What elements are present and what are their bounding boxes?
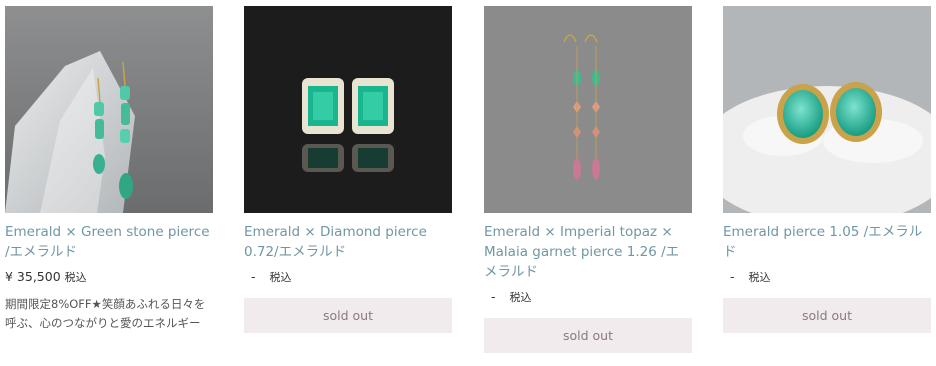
sold-out-button[interactable]: sold out	[723, 298, 931, 333]
product-price: - 税込	[484, 289, 692, 305]
price-value: -	[730, 269, 735, 284]
price-value: -	[491, 289, 496, 304]
sold-out-button[interactable]: sold out	[484, 318, 692, 353]
diamond-emerald-earrings-image[interactable]	[244, 6, 452, 213]
product-card: Emerald pierce 1.05 /エメラルド - 税込 sold out	[723, 6, 931, 333]
price-value: ¥ 35,500	[5, 269, 61, 284]
product-grid: Emerald × Green stone pierce /エメラルド ¥ 35…	[0, 0, 936, 366]
product-description: 期間限定8%OFF★笑顔あふれる日々を呼ぶ、心のつながりと愛のエネルギー	[5, 297, 206, 330]
product-title[interactable]: Emerald × Diamond pierce 0.72/エメラルド	[244, 222, 452, 262]
sold-out-button[interactable]: sold out	[244, 298, 452, 333]
emerald-studs-image[interactable]	[723, 6, 931, 213]
green-stone-earrings-image[interactable]	[5, 6, 213, 213]
product-card: Emerald × Imperial topaz × Malaia garnet…	[484, 6, 692, 353]
product-card: Emerald × Green stone pierce /エメラルド ¥ 35…	[5, 6, 213, 333]
tax-label: 税込	[509, 291, 532, 304]
product-card: Emerald × Diamond pierce 0.72/エメラルド - 税込…	[244, 6, 452, 333]
tax-label: 税込	[64, 271, 87, 284]
tax-label: 税込	[269, 271, 292, 284]
product-price: - 税込	[244, 269, 452, 285]
tax-label: 税込	[748, 271, 771, 284]
topaz-garnet-earrings-image[interactable]	[484, 6, 692, 213]
product-title[interactable]: Emerald × Green stone pierce /エメラルド	[5, 222, 213, 262]
product-price: - 税込	[723, 269, 931, 285]
product-price: ¥ 35,500 税込	[5, 269, 213, 285]
product-title[interactable]: Emerald pierce 1.05 /エメラルド	[723, 222, 931, 262]
product-title[interactable]: Emerald × Imperial topaz × Malaia garnet…	[484, 222, 692, 282]
price-value: -	[251, 269, 256, 284]
